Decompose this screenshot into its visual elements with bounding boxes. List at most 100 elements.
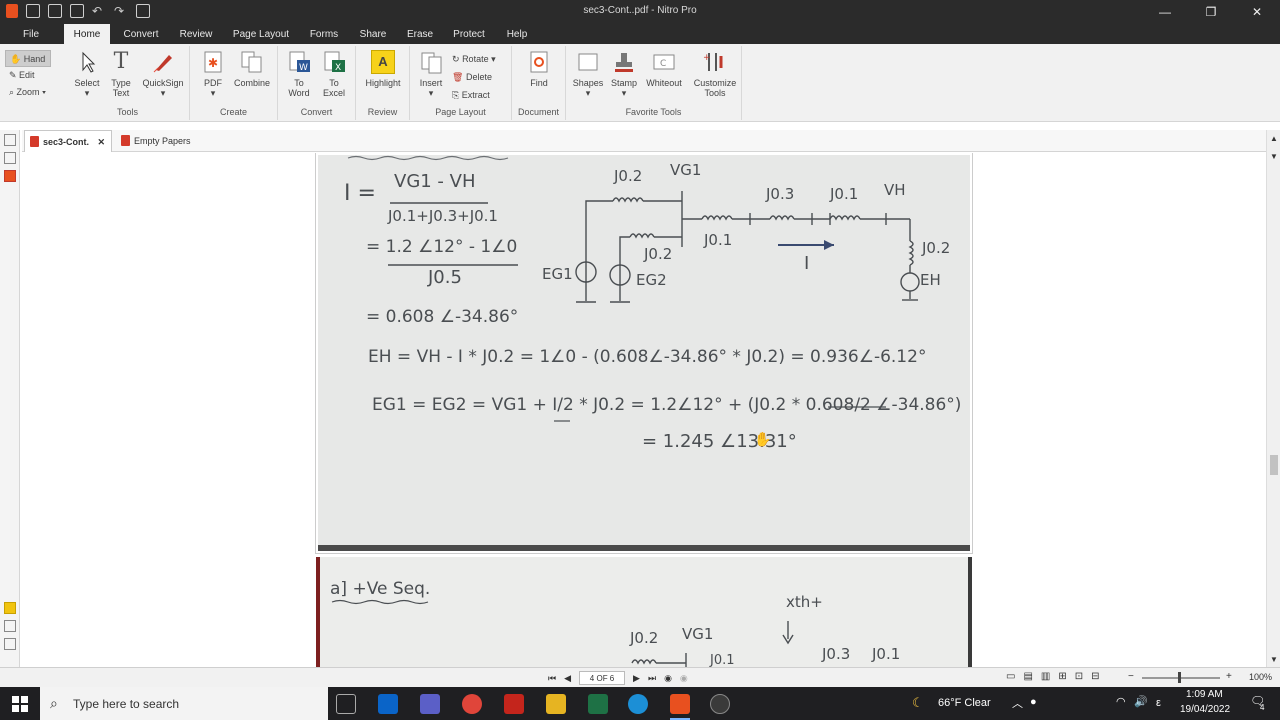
edit-tool-button[interactable]: ✎ Edit: [5, 67, 51, 84]
language-indicator[interactable]: ε: [1156, 697, 1161, 709]
continuous-view-icon[interactable]: ▤: [1023, 671, 1032, 682]
excel-taskbar-icon[interactable]: [588, 694, 608, 714]
taskbar-search-box[interactable]: ⌕ Type here to search: [40, 687, 328, 720]
chrome-icon[interactable]: [462, 694, 482, 714]
to-word-button[interactable]: W To Word: [284, 50, 314, 98]
extract-button[interactable]: ⎘ Extract: [452, 90, 490, 101]
clock-date[interactable]: 19/04/2022: [1180, 704, 1230, 715]
circuit-label-j03: J0.3: [766, 185, 795, 203]
eq-current-denominator: J0.1+J0.3+J0.1: [388, 207, 498, 225]
search-icon: ⌕: [50, 695, 58, 711]
minimize-button[interactable]: —: [1142, 0, 1188, 24]
tray-expand-icon[interactable]: ︿: [1012, 695, 1023, 711]
last-page-icon[interactable]: ⏭: [648, 673, 656, 684]
p2-label-j01b: J0.1: [872, 645, 901, 663]
zoom-level[interactable]: 100%: [1249, 672, 1272, 682]
tab-help[interactable]: Help: [500, 24, 534, 44]
tab-page-layout[interactable]: Page Layout: [228, 24, 294, 44]
svg-text:+: +: [703, 53, 711, 63]
prev-page-icon[interactable]: ◀: [564, 673, 571, 684]
layers-panel-icon[interactable]: [3, 638, 16, 650]
first-page-icon[interactable]: ⏮: [548, 673, 556, 684]
comments-panel-icon[interactable]: [3, 602, 16, 614]
customize-tools-button[interactable]: + Customize Tools: [690, 50, 740, 98]
tab-share[interactable]: Share: [352, 24, 394, 44]
shapes-button[interactable]: Shapes ▾: [570, 50, 606, 98]
notification-count: 4: [1260, 703, 1265, 712]
quicksign-button[interactable]: QuickSign ▾: [140, 50, 186, 98]
tab-erase[interactable]: Erase: [400, 24, 440, 44]
scroll-down-icon[interactable]: ▼: [1270, 152, 1278, 161]
eq-current-numerator-2: = 1.2 ∠12° - 1∠0: [366, 237, 518, 257]
fit-width-icon[interactable]: ⊟: [1091, 671, 1099, 682]
highlight-button[interactable]: A Highlight: [360, 50, 406, 88]
forward-view-icon[interactable]: ◉: [680, 673, 688, 684]
combine-button[interactable]: Combine: [232, 50, 272, 88]
clock-time[interactable]: 1:09 AM: [1186, 689, 1223, 700]
next-page-icon[interactable]: ▶: [633, 673, 640, 684]
windows-taskbar: ⌕ Type here to search ☾ 66°F Clear ︿ ● ◠…: [0, 687, 1280, 720]
type-text-button[interactable]: T Type Text: [106, 49, 136, 99]
rotate-button[interactable]: ↻ Rotate ▾: [452, 54, 496, 65]
scroll-up-icon[interactable]: ▲: [1270, 134, 1278, 143]
bookmarks-panel-icon[interactable]: [3, 152, 16, 164]
zoom-out-icon[interactable]: −: [1128, 671, 1134, 682]
nitro-taskbar-icon[interactable]: [670, 694, 690, 714]
tab-file[interactable]: File: [10, 24, 52, 44]
tab-forms[interactable]: Forms: [304, 24, 344, 44]
scroll-bottom-icon[interactable]: ▼: [1270, 655, 1278, 664]
obs-icon[interactable]: [710, 694, 730, 714]
pdf-button[interactable]: ✱ PDF ▾: [198, 50, 228, 98]
p2-label-vg1: VG1: [682, 625, 714, 643]
type-text-icon: T: [113, 49, 129, 74]
to-excel-button[interactable]: X To Excel: [318, 50, 350, 98]
tab-convert[interactable]: Convert: [118, 24, 164, 44]
attachments-panel-icon[interactable]: [3, 170, 16, 182]
back-view-icon[interactable]: ◉: [664, 673, 672, 684]
find-button[interactable]: Find: [524, 50, 554, 88]
thumbnail-view-icon[interactable]: ⊞: [1058, 671, 1066, 682]
outlook-icon[interactable]: [378, 694, 398, 714]
eq-current-numerator: VG1 - VH: [394, 171, 476, 192]
group-label-create: Create: [219, 107, 247, 117]
volume-icon[interactable]: 🔊: [1134, 695, 1148, 708]
signatures-panel-icon[interactable]: [3, 620, 16, 632]
word-icon: W: [287, 50, 311, 74]
vertical-scrollbar[interactable]: ▲ ▼ ▼: [1266, 130, 1280, 668]
zoom-in-icon[interactable]: +: [1226, 671, 1232, 682]
acrobat-icon[interactable]: [504, 694, 524, 714]
close-window-button[interactable]: ✕: [1234, 0, 1280, 24]
edge-icon[interactable]: [628, 694, 648, 714]
scrollbar-thumb[interactable]: [1270, 455, 1278, 475]
whiteout-button[interactable]: C Whiteout: [642, 50, 686, 88]
facing-view-icon[interactable]: ▥: [1041, 671, 1050, 682]
tab-home[interactable]: Home: [64, 24, 110, 44]
select-button[interactable]: Select ▾: [72, 50, 102, 98]
network-icon[interactable]: ◠: [1116, 695, 1126, 708]
delete-button[interactable]: 🗑 Delete: [452, 72, 492, 83]
microphone-icon[interactable]: ●: [1030, 696, 1037, 708]
weather-text[interactable]: 66°F Clear: [938, 697, 991, 709]
close-tab-icon[interactable]: ✕: [97, 131, 105, 153]
doc-tab-sec3[interactable]: sec3-Cont. ✕: [24, 130, 112, 152]
zoom-tool-button[interactable]: ⌕ Zoom ▾: [5, 84, 51, 101]
hand-tool-button[interactable]: ✋ Hand: [5, 50, 51, 67]
file-explorer-icon[interactable]: [546, 694, 566, 714]
insert-button[interactable]: Insert ▾: [416, 50, 446, 98]
single-page-view-icon[interactable]: ▭: [1006, 671, 1015, 682]
tab-review[interactable]: Review: [174, 24, 218, 44]
doc-tab-empty-papers[interactable]: Empty Papers: [116, 130, 216, 152]
document-viewport[interactable]: I = VG1 - VH J0.1+J0.3+J0.1 = 1.2 ∠12° -…: [22, 153, 1266, 667]
windows-start-icon[interactable]: [12, 696, 28, 712]
pages-panel-icon[interactable]: [3, 134, 16, 146]
page-number-field[interactable]: 4 OF 6: [579, 671, 626, 685]
restore-button[interactable]: ❐: [1188, 0, 1234, 24]
shapes-icon: [576, 50, 600, 74]
fit-page-icon[interactable]: ⊡: [1075, 671, 1083, 682]
task-view-icon[interactable]: [336, 694, 356, 714]
stamp-button[interactable]: Stamp ▾: [608, 50, 640, 98]
zoom-slider[interactable]: [1142, 672, 1220, 683]
teams-icon[interactable]: [420, 694, 440, 714]
tab-protect[interactable]: Protect: [446, 24, 492, 44]
zoom-slider-thumb[interactable]: [1178, 672, 1181, 683]
